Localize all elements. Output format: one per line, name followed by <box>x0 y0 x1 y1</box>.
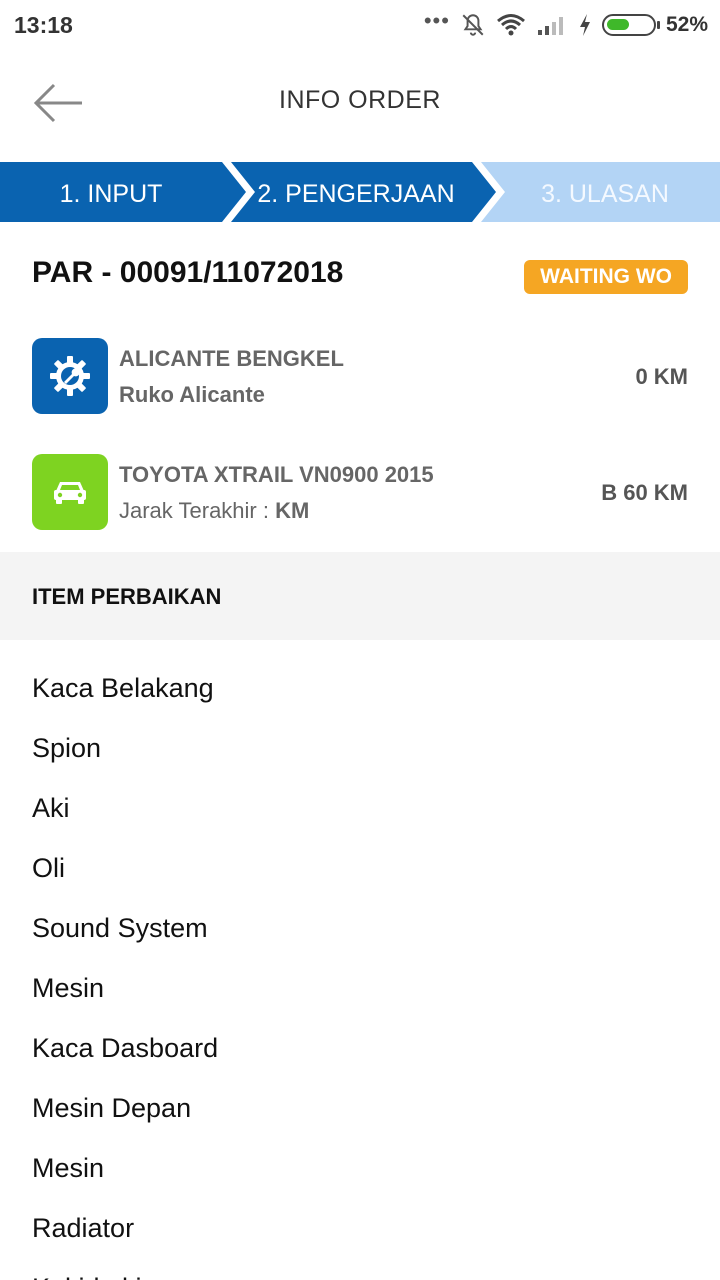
workshop-distance: 0 KM <box>635 364 688 389</box>
vehicle-last-distance: Jarak Terakhir : KM <box>119 498 434 524</box>
charging-bolt-icon <box>579 14 590 36</box>
notifications-off-icon <box>462 14 484 36</box>
signal-icon <box>537 17 563 35</box>
progress-stepper: 1. INPUT 2. PENGERJAAN 3. ULASAN <box>0 162 720 222</box>
vehicle-plate: B 60 KM <box>601 480 688 505</box>
step-ulasan[interactable]: 3. ULASAN <box>490 162 720 222</box>
list-item: Kaca Dasboard <box>32 1033 219 1063</box>
vehicle-icon-tile <box>32 454 108 530</box>
workshop-name: ALICANTE BENGKEL <box>119 346 344 371</box>
step-input[interactable]: 1. INPUT <box>0 162 222 222</box>
status-bar: 13:18 ••• 52% <box>0 0 720 50</box>
list-item: Sound System <box>32 913 208 943</box>
status-time: 13:18 <box>14 12 73 38</box>
vehicle-row[interactable]: TOYOTA XTRAIL VN0900 2015 Jarak Terakhir… <box>32 454 688 530</box>
workshop-row[interactable]: ALICANTE BENGKEL Ruko Alicante 0 KM <box>32 338 688 414</box>
app-bar: INFO ORDER <box>0 50 720 160</box>
workshop-icon-tile <box>32 338 108 414</box>
step-pengerjaan[interactable]: 2. PENGERJAAN <box>238 162 474 222</box>
battery-percent: 52% <box>665 13 708 36</box>
car-icon <box>54 482 86 504</box>
list-item: Kaki-kaki <box>0 1258 720 1280</box>
status-badge: WAITING WO <box>524 260 688 294</box>
section-title: ITEM PERBAIKAN <box>32 584 222 609</box>
list-item: Aki <box>32 793 70 823</box>
gear-wrench-icon <box>50 356 90 396</box>
list-item: Kaca Belakang <box>32 673 214 703</box>
battery-icon <box>601 14 660 36</box>
list-item: Mesin <box>32 1153 105 1183</box>
list-item: Spion <box>32 733 102 763</box>
workshop-address: Ruko Alicante <box>119 382 265 407</box>
list-item: Mesin Depan <box>32 1093 192 1123</box>
battery-level <box>606 19 629 30</box>
order-number: PAR - 00091/11072018 <box>32 256 344 289</box>
status-icons: ••• 52% <box>424 10 708 40</box>
vehicle-name: TOYOTA XTRAIL VN0900 2015 <box>119 462 434 487</box>
last-distance-value: KM <box>275 498 310 523</box>
repair-items-list: Kaca Belakang Spion Aki Oli Sound System… <box>0 658 720 1280</box>
list-item: Mesin <box>32 973 105 1003</box>
section-header: ITEM PERBAIKAN <box>0 552 720 640</box>
list-item: Oli <box>32 853 65 883</box>
wifi-icon <box>497 14 525 36</box>
list-item: Radiator <box>32 1213 135 1243</box>
last-distance-label: Jarak Terakhir : <box>119 498 269 523</box>
page-title: INFO ORDER <box>279 86 441 114</box>
more-dots-icon: ••• <box>423 8 450 33</box>
